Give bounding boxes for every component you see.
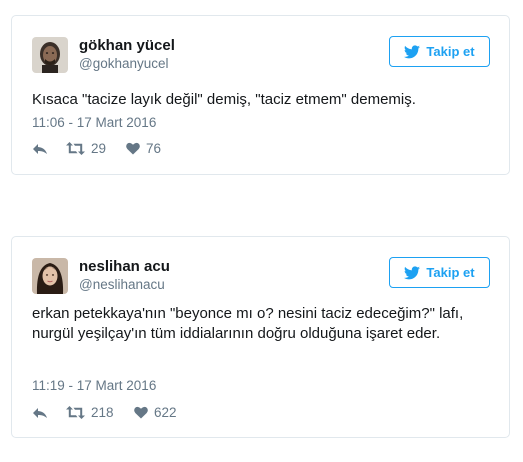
retweet-button[interactable]: 218 bbox=[66, 405, 134, 420]
follow-button-label: Takip et bbox=[426, 265, 475, 280]
like-button[interactable]: 622 bbox=[134, 405, 177, 420]
page: gökhan yücel @gokhanyucel Takip et Kısac… bbox=[0, 0, 523, 462]
retweet-count: 218 bbox=[91, 405, 114, 420]
user-handle[interactable]: @neslihanacu bbox=[79, 277, 165, 292]
heart-icon bbox=[126, 142, 140, 155]
reply-button[interactable] bbox=[32, 143, 66, 155]
retweet-count: 29 bbox=[91, 141, 107, 156]
twitter-bird-icon bbox=[404, 265, 421, 279]
retweet-icon bbox=[66, 406, 85, 419]
tweet-text: erkan petekkaya'nın "beyonce mı o? nesin… bbox=[32, 305, 464, 342]
like-button[interactable]: 76 bbox=[126, 141, 161, 156]
avatar[interactable] bbox=[32, 258, 68, 294]
like-count: 622 bbox=[154, 405, 177, 420]
user-handle[interactable]: @gokhanyucel bbox=[79, 56, 169, 71]
tweet-actions: 218 622 bbox=[32, 405, 177, 420]
tweet-timestamp[interactable]: 11:06 - 17 Mart 2016 bbox=[32, 115, 156, 130]
retweet-button[interactable]: 29 bbox=[66, 141, 126, 156]
retweet-icon bbox=[66, 142, 85, 155]
tweet-card: neslihan acu @neslihanacu Takip et erkan… bbox=[11, 236, 510, 438]
follow-button[interactable]: Takip et bbox=[389, 257, 490, 288]
tweet-card: gökhan yücel @gokhanyucel Takip et Kısac… bbox=[11, 15, 510, 175]
user-name[interactable]: gökhan yücel bbox=[79, 37, 175, 54]
like-count: 76 bbox=[146, 141, 162, 156]
reply-icon bbox=[33, 407, 47, 418]
reply-icon bbox=[33, 143, 47, 154]
avatar-photo-icon bbox=[32, 37, 68, 73]
user-name[interactable]: neslihan acu bbox=[79, 258, 170, 275]
tweet-text: Kısaca "tacize layık değil" demiş, "taci… bbox=[32, 91, 416, 108]
heart-icon bbox=[134, 406, 148, 419]
follow-button-label: Takip et bbox=[426, 44, 475, 59]
twitter-bird-icon bbox=[404, 44, 421, 58]
avatar[interactable] bbox=[32, 37, 68, 73]
tweet-timestamp[interactable]: 11:19 - 17 Mart 2016 bbox=[32, 378, 156, 393]
avatar-photo-icon bbox=[32, 258, 68, 294]
reply-button[interactable] bbox=[32, 407, 66, 419]
follow-button[interactable]: Takip et bbox=[389, 36, 490, 67]
tweet-actions: 29 76 bbox=[32, 141, 161, 156]
